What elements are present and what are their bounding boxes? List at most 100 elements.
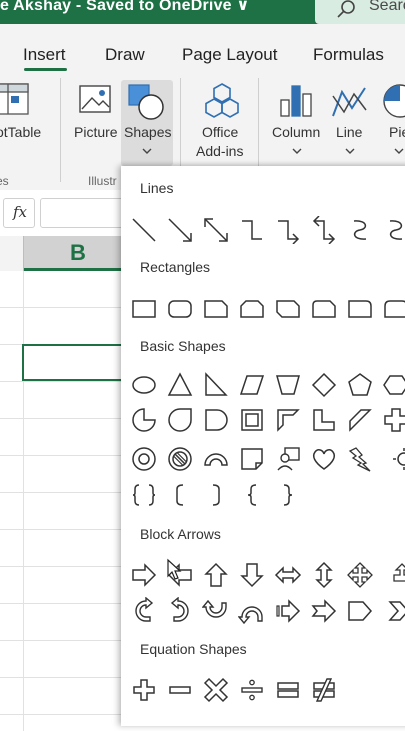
formula-input[interactable] — [40, 198, 132, 228]
curved-connector-icon[interactable] — [346, 216, 374, 244]
search-box[interactable]: Searc — [315, 0, 405, 24]
chord-shape-icon[interactable] — [202, 406, 230, 434]
triangle-shape-icon[interactable] — [166, 371, 194, 399]
diagonal-stripe-icon[interactable] — [346, 406, 374, 434]
chevron-down-icon[interactable] — [393, 146, 405, 156]
insert-function-button[interactable]: fx — [3, 198, 35, 228]
pie-shape-icon[interactable] — [130, 406, 158, 434]
heart-icon[interactable] — [310, 445, 338, 473]
selected-cell[interactable] — [22, 344, 128, 381]
trapezoid-icon[interactable] — [274, 371, 302, 399]
document-title[interactable]: e Akshay - Saved to OneDrive ∨ — [0, 0, 250, 15]
frame-shape-icon[interactable] — [238, 406, 266, 434]
pentagon-icon[interactable] — [346, 371, 374, 399]
office-addins-icon[interactable] — [202, 82, 242, 120]
column-chart-icon[interactable] — [278, 82, 316, 120]
pivottable-label[interactable]: otTable — [0, 124, 41, 140]
right-triangle-icon[interactable] — [202, 371, 230, 399]
ribbon-tabs: Insert Draw Page Layout Formulas — [0, 24, 405, 72]
diamond-icon[interactable] — [310, 371, 338, 399]
right-bracket-icon[interactable] — [202, 481, 230, 509]
up-arrow-icon[interactable] — [202, 561, 230, 589]
donut-icon[interactable] — [130, 445, 158, 473]
tab-draw[interactable]: Draw — [105, 45, 145, 65]
round-same-side-rectangle-icon[interactable] — [382, 295, 405, 323]
lightning-bolt-icon[interactable] — [346, 445, 374, 473]
smiley-callout-icon[interactable] — [274, 445, 302, 473]
tab-insert[interactable]: Insert — [23, 45, 66, 65]
line-chart-label[interactable]: Line — [336, 124, 362, 140]
line-chart-icon[interactable] — [330, 82, 370, 120]
oval-shape-icon[interactable] — [130, 371, 158, 399]
left-right-up-arrow-icon[interactable] — [382, 561, 405, 589]
block-arc-icon[interactable] — [202, 445, 230, 473]
pivottable-icon[interactable] — [0, 80, 36, 122]
column-chart-label[interactable]: Column — [272, 124, 320, 140]
double-brace-icon[interactable] — [130, 481, 158, 509]
picture-icon[interactable] — [78, 84, 114, 118]
snip-same-side-rectangle-icon[interactable] — [238, 295, 266, 323]
active-tab-indicator — [24, 68, 67, 71]
column-header-b[interactable]: B — [24, 236, 130, 271]
no-symbol-icon[interactable] — [166, 445, 194, 473]
division-equation-icon[interactable] — [238, 676, 266, 704]
folded-corner-icon[interactable] — [238, 445, 266, 473]
chevron-arrow-icon[interactable] — [382, 597, 405, 625]
pie-chart-icon[interactable] — [380, 82, 405, 120]
teardrop-icon[interactable] — [166, 406, 194, 434]
half-frame-icon[interactable] — [274, 406, 302, 434]
double-arrow-line-icon[interactable] — [202, 216, 230, 244]
curved-down-arrow-icon[interactable] — [238, 597, 266, 625]
right-arrow-icon[interactable] — [130, 561, 158, 589]
rounded-rectangle-icon[interactable] — [166, 295, 194, 323]
tab-page-layout[interactable]: Page Layout — [182, 45, 277, 65]
equal-equation-icon[interactable] — [274, 676, 302, 704]
arrow-line-icon[interactable] — [166, 216, 194, 244]
snip-round-rectangle-icon[interactable] — [310, 295, 338, 323]
right-brace-icon[interactable] — [274, 481, 302, 509]
section-title-rectangles: Rectangles — [140, 259, 211, 275]
l-shape-icon[interactable] — [310, 406, 338, 434]
left-brace-icon[interactable] — [238, 481, 266, 509]
elbow-double-arrow-connector-icon[interactable] — [310, 216, 338, 244]
picture-label[interactable]: Picture — [74, 124, 118, 140]
elbow-arrow-connector-icon[interactable] — [274, 216, 302, 244]
not-equal-equation-icon[interactable] — [310, 676, 338, 704]
snip-diagonal-rectangle-icon[interactable] — [274, 295, 302, 323]
rectangle-shape-icon[interactable] — [130, 295, 158, 323]
cross-shape-icon[interactable] — [382, 406, 405, 434]
chevron-down-icon[interactable] — [291, 146, 303, 156]
illustrations-group-label: Illustr — [88, 174, 117, 188]
quad-arrow-icon[interactable] — [346, 561, 374, 589]
down-arrow-icon[interactable] — [238, 561, 266, 589]
minus-equation-icon[interactable] — [166, 676, 194, 704]
snip-corner-rectangle-icon[interactable] — [202, 295, 230, 323]
curved-arrow-connector-icon[interactable] — [382, 216, 405, 244]
pie-chart-label[interactable]: Pie — [389, 124, 405, 140]
parallelogram-icon[interactable] — [238, 371, 266, 399]
curved-up-arrow-icon[interactable] — [202, 597, 230, 625]
shapes-button[interactable]: Shapes — [121, 80, 173, 166]
pentagon-arrow-icon[interactable] — [346, 597, 374, 625]
elbow-connector-icon[interactable] — [238, 216, 266, 244]
hexagon-icon[interactable] — [382, 371, 405, 399]
left-bracket-icon[interactable] — [166, 481, 194, 509]
chevron-down-icon[interactable] — [344, 146, 356, 156]
round-corner-rectangle-icon[interactable] — [346, 295, 374, 323]
gridline — [0, 307, 130, 308]
gridline-vertical — [23, 271, 24, 731]
left-right-arrow-icon[interactable] — [274, 561, 302, 589]
curved-left-arrow-icon[interactable] — [130, 597, 158, 625]
multiply-equation-icon[interactable] — [202, 676, 230, 704]
office-addins-label-2[interactable]: Add-ins — [196, 143, 243, 159]
up-down-arrow-icon[interactable] — [310, 561, 338, 589]
notched-right-arrow-icon[interactable] — [310, 597, 338, 625]
tab-formulas[interactable]: Formulas — [313, 45, 384, 65]
plus-equation-icon[interactable] — [130, 676, 158, 704]
curved-right-arrow-icon[interactable] — [166, 597, 194, 625]
striped-right-arrow-icon[interactable] — [274, 597, 302, 625]
office-addins-label-1[interactable]: Office — [202, 124, 238, 140]
sun-icon[interactable] — [382, 445, 405, 473]
line-shape-icon[interactable] — [130, 216, 158, 244]
search-placeholder: Searc — [369, 0, 405, 14]
